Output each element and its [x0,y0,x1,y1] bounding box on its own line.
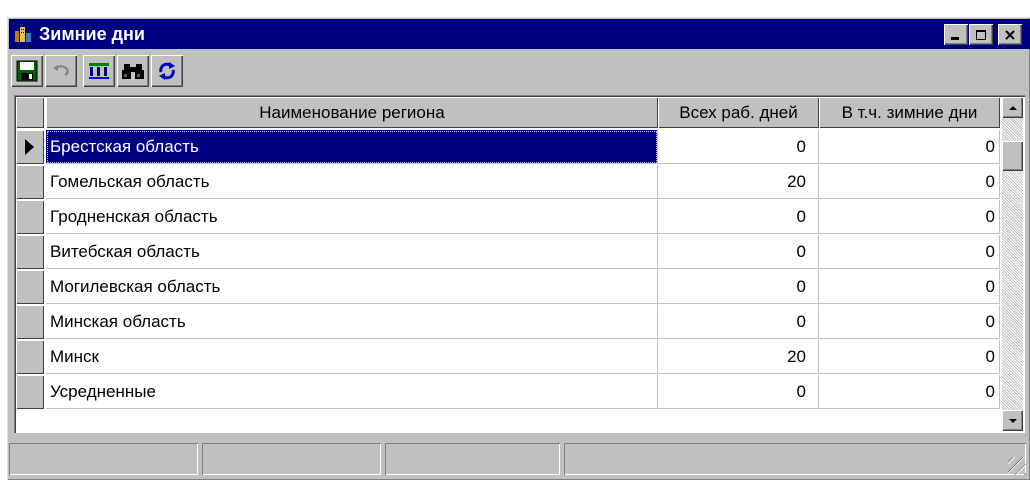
undo-arrow-icon [53,65,69,76]
winter-days-cell[interactable]: 0 [819,375,1000,409]
minimize-icon [951,36,959,40]
data-grid: Наименование региона Всех раб. дней В т.… [14,95,1025,433]
row-indicator[interactable] [16,200,44,234]
all-days-cell[interactable]: 0 [658,235,819,269]
row-indicator[interactable] [16,235,44,269]
region-name-cell[interactable]: Минск [46,340,658,374]
current-row-arrow-icon [25,139,34,155]
table-row[interactable]: Брестская область 0 0 [16,130,1000,165]
winter-days-cell[interactable]: 0 [819,235,1000,269]
all-days-cell[interactable]: 0 [658,375,819,409]
region-name-cell[interactable]: Могилевская область [46,270,658,304]
row-indicator[interactable] [16,375,44,409]
undo-button[interactable] [45,55,77,87]
save-button[interactable] [11,55,43,87]
arrow-down-icon [1008,418,1017,423]
toolbar [9,51,1030,91]
scroll-down-button[interactable] [1002,410,1023,431]
binoculars-icon [122,64,144,79]
minimize-button[interactable] [944,24,968,45]
winter-days-cell[interactable]: 0 [819,305,1000,339]
maximize-icon [976,29,986,40]
region-name-cell[interactable]: Минская область [46,305,658,339]
region-name-cell[interactable]: Витебская область [46,235,658,269]
refresh-arrows-icon [159,62,175,80]
winter-days-cell[interactable]: 0 [819,270,1000,304]
refresh-button[interactable] [151,55,183,87]
table-row[interactable]: Гомельская область 20 0 [16,165,1000,200]
region-name-cell[interactable]: Гомельская область [46,165,658,199]
all-days-cell[interactable]: 0 [658,305,819,339]
find-button[interactable] [117,55,149,87]
winter-days-cell[interactable]: 0 [819,130,1000,164]
floppy-disk-icon [16,60,38,82]
header-indicator-corner [16,97,44,128]
winter-days-cell[interactable]: 0 [819,165,1000,199]
row-indicator[interactable] [16,165,44,199]
row-indicator[interactable] [16,305,44,339]
column-header-winter-days[interactable]: В т.ч. зимние дни [819,97,1000,128]
maximize-button[interactable] [969,24,993,45]
row-indicator[interactable] [16,340,44,374]
table-row[interactable]: Могилевская область 0 0 [16,270,1000,305]
winter-days-cell[interactable]: 0 [819,340,1000,374]
column-header-region[interactable]: Наименование региона [46,97,658,128]
scroll-thumb[interactable] [1002,141,1023,171]
resize-grip-icon[interactable] [1008,457,1026,475]
table-row[interactable]: Гродненская область 0 0 [16,200,1000,235]
table-row[interactable]: Усредненные 0 0 [16,375,1000,410]
all-days-cell[interactable]: 20 [658,165,819,199]
status-panel-4 [564,443,1026,475]
arrow-up-icon [1008,105,1017,110]
table-row[interactable]: Минск 20 0 [16,340,1000,375]
close-icon [1005,29,1015,40]
window-title: Зимние дни [39,24,145,44]
status-panel-1 [9,443,198,475]
main-window: Зимние дни Наименование региона Всех раб… [7,17,1030,480]
status-bar [9,439,1028,477]
columns-button[interactable] [83,55,115,87]
vertical-scrollbar[interactable] [1002,97,1023,431]
table-row[interactable]: Витебская область 0 0 [16,235,1000,270]
region-name-cell[interactable]: Усредненные [46,375,658,409]
column-header-all-days[interactable]: Всех раб. дней [658,97,819,128]
title-bar[interactable]: Зимние дни [9,19,1030,49]
region-name-cell[interactable]: Брестская область [46,130,658,164]
scroll-up-button[interactable] [1002,97,1023,118]
all-days-cell[interactable]: 0 [658,200,819,234]
status-panel-2 [202,443,381,475]
row-indicator[interactable] [16,130,44,164]
close-button[interactable] [998,24,1022,45]
table-row[interactable]: Минская область 0 0 [16,305,1000,340]
grid-columns-icon [89,63,109,79]
all-days-cell[interactable]: 20 [658,340,819,374]
all-days-cell[interactable]: 0 [658,130,819,164]
regions-app-icon [15,27,31,42]
winter-days-cell[interactable]: 0 [819,200,1000,234]
row-indicator[interactable] [16,270,44,304]
region-name-cell[interactable]: Гродненская область [46,200,658,234]
all-days-cell[interactable]: 0 [658,270,819,304]
status-panel-3 [385,443,560,475]
